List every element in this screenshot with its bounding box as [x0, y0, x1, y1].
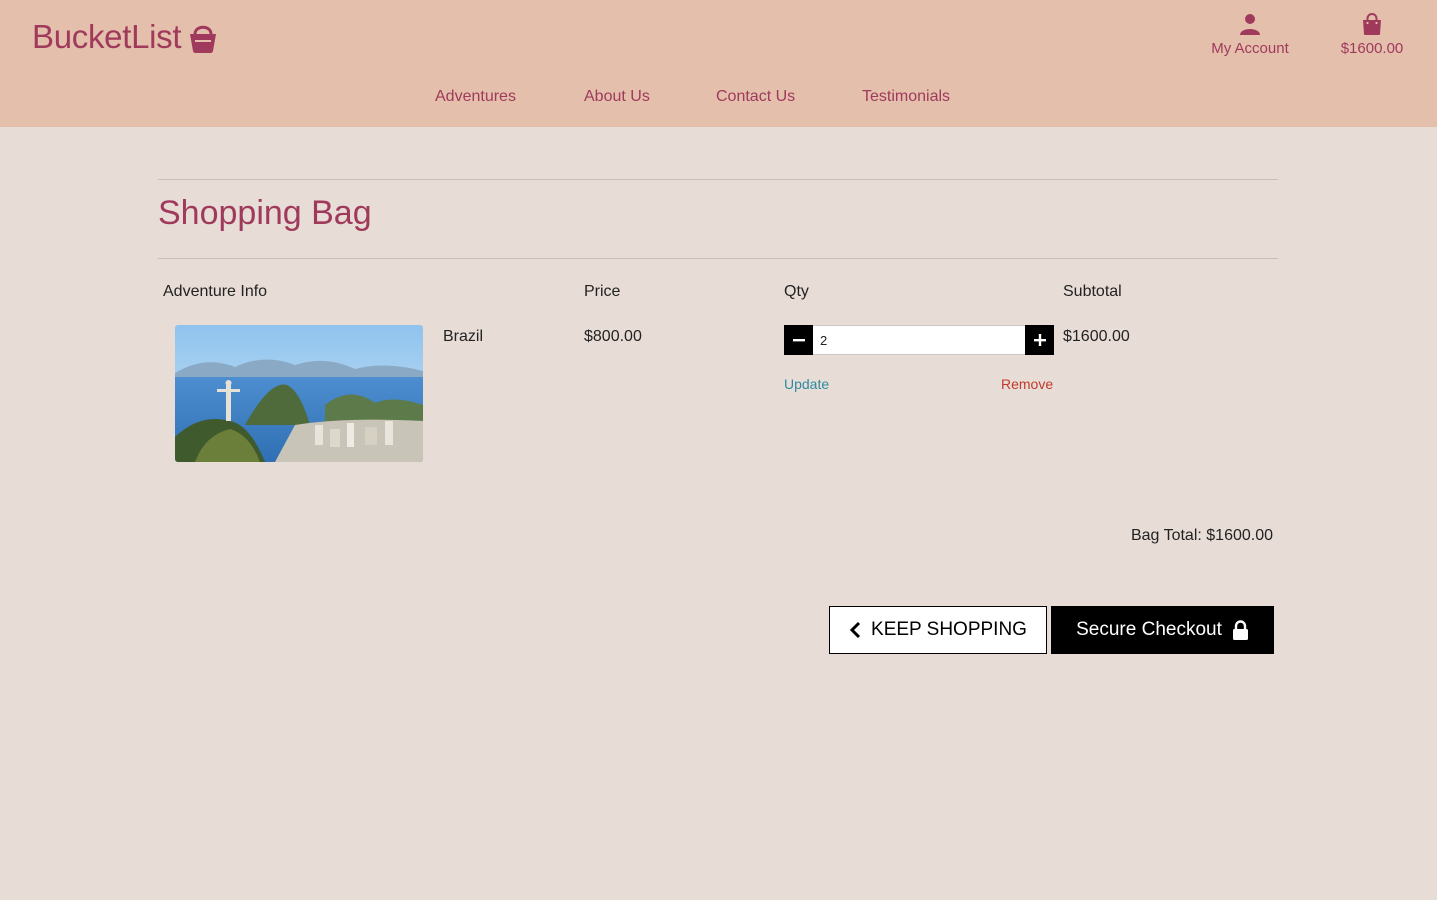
basket-icon — [190, 25, 217, 53]
update-link[interactable]: Update — [784, 376, 829, 392]
nav-item-contact-us[interactable]: Contact Us — [716, 88, 795, 106]
secure-checkout-button[interactable]: Secure Checkout — [1051, 606, 1274, 654]
decrement-qty-button[interactable] — [784, 325, 813, 355]
bag-total: Bag Total: $1600.00 — [1130, 527, 1273, 544]
nav-item-testimonials[interactable]: Testimonials — [862, 88, 950, 106]
site-header: BucketList My Account $1600.00 Adventure… — [0, 0, 1437, 127]
my-account-link[interactable]: My Account — [1206, 12, 1294, 57]
adventure-price: $800.00 — [584, 328, 642, 345]
adventure-name: Brazil — [443, 328, 484, 345]
adventure-image — [175, 325, 423, 462]
shopping-bag-link[interactable]: $1600.00 — [1336, 12, 1408, 57]
brand-name: BucketList — [32, 18, 182, 55]
lock-icon — [1232, 620, 1248, 640]
page-title: Shopping Bag — [158, 194, 372, 232]
divider-top — [158, 179, 1278, 180]
increment-qty-button[interactable] — [1025, 325, 1054, 355]
main-nav: Adventures About Us Contact Us Testimoni… — [0, 88, 1437, 110]
column-header-info: Adventure Info — [163, 283, 268, 300]
secure-checkout-label: Secure Checkout — [1076, 619, 1222, 640]
adventure-subtotal: $1600.00 — [1063, 328, 1130, 345]
column-header-qty: Qty — [784, 283, 809, 300]
quantity-input[interactable] — [813, 325, 1025, 355]
keep-shopping-label: KEEP SHOPPING — [871, 619, 1027, 640]
divider-title — [158, 258, 1278, 259]
shopping-bag-icon — [1363, 13, 1381, 35]
nav-item-adventures[interactable]: Adventures — [435, 88, 516, 106]
column-header-price: Price — [584, 283, 621, 300]
adventure-image-picture — [175, 325, 423, 462]
keep-shopping-button[interactable]: KEEP SHOPPING — [829, 606, 1047, 654]
minus-icon — [792, 339, 805, 342]
chevron-left-icon — [849, 621, 861, 639]
column-header-subtotal: Subtotal — [1063, 283, 1122, 300]
nav-item-about-us[interactable]: About Us — [584, 88, 650, 106]
bag-total-header: $1600.00 — [1340, 40, 1404, 57]
user-icon — [1240, 14, 1260, 35]
quantity-stepper — [784, 325, 1054, 355]
plus-icon — [1033, 334, 1046, 346]
my-account-label: My Account — [1211, 40, 1289, 57]
page: BucketList My Account $1600.00 Adventure… — [0, 0, 1437, 900]
brand-logo-link[interactable]: BucketList — [32, 18, 217, 56]
remove-link[interactable]: Remove — [1001, 376, 1053, 392]
